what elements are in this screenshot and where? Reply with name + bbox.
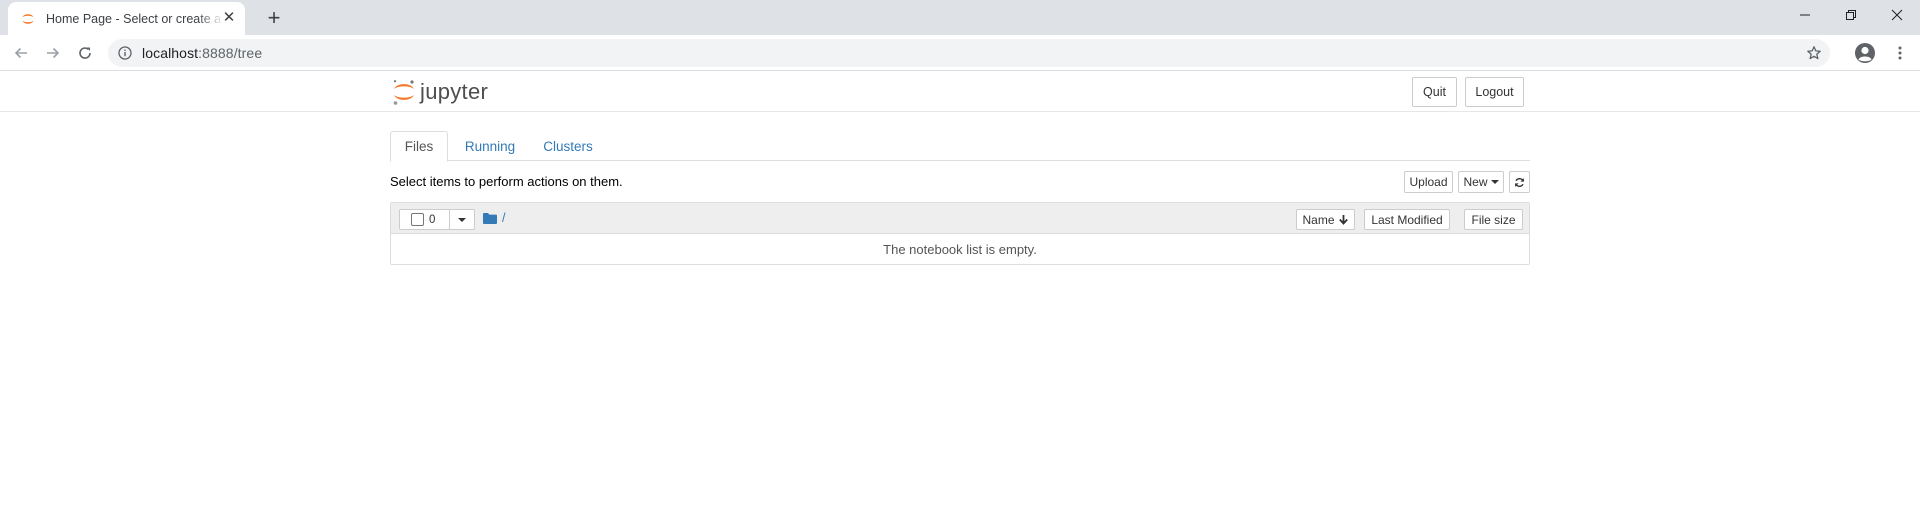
browser-tabstrip: Home Page - Select or create a notebook …	[0, 0, 1920, 35]
arrow-down-icon	[1338, 215, 1348, 225]
minimize-icon[interactable]	[1782, 0, 1828, 30]
address-bar[interactable]: localhost:8888/tree	[108, 39, 1830, 67]
sort-by-name-button[interactable]: Name	[1296, 209, 1355, 230]
back-arrow-icon[interactable]	[9, 41, 33, 65]
breadcrumb[interactable]: /	[483, 211, 505, 225]
empty-list-message: The notebook list is empty.	[883, 242, 1037, 257]
select-all-checkbox[interactable]	[411, 213, 424, 226]
url-path: :8888/tree	[198, 45, 263, 61]
quit-button[interactable]: Quit	[1412, 77, 1457, 107]
tab-running[interactable]: Running	[458, 131, 522, 162]
jupyter-header: jupyter Quit Logout	[0, 71, 1920, 112]
jupyter-favicon-icon	[22, 13, 34, 24]
jupyter-logo-icon	[393, 80, 414, 105]
restore-icon[interactable]	[1828, 0, 1874, 30]
select-all-toggle[interactable]: 0	[399, 209, 450, 230]
url-host: localhost	[142, 45, 199, 61]
tab-files[interactable]: Files	[390, 131, 448, 162]
caret-down-icon	[458, 217, 466, 222]
notebook-list-header: 0 / Name Last Modified File size	[391, 203, 1529, 234]
browser-tab-title: Home Page - Select or create a notebook	[46, 11, 224, 26]
new-tab-icon[interactable]: +	[260, 5, 288, 33]
logout-button[interactable]: Logout	[1465, 77, 1524, 107]
url-text: localhost:8888/tree	[142, 45, 262, 61]
bookmark-star-icon[interactable]	[1806, 45, 1822, 61]
notebook-list: 0 / Name Last Modified File size The not…	[390, 202, 1530, 265]
select-all-group: 0	[399, 209, 475, 230]
sort-by-file-size-button[interactable]: File size	[1464, 209, 1523, 230]
tab-clusters[interactable]: Clusters	[540, 131, 596, 162]
folder-icon	[483, 212, 497, 224]
select-menu-button[interactable]	[450, 209, 475, 230]
close-window-icon[interactable]	[1874, 0, 1920, 30]
selection-hint: Select items to perform actions on them.	[390, 174, 623, 189]
refresh-icon	[1515, 177, 1524, 187]
new-button-label: New	[1463, 175, 1488, 189]
browser-tab[interactable]: Home Page - Select or create a notebook …	[8, 2, 245, 35]
breadcrumb-root[interactable]: /	[502, 211, 505, 225]
profile-avatar-icon[interactable]	[1853, 41, 1877, 65]
jupyter-logo[interactable]: jupyter	[392, 77, 488, 107]
new-dropdown-button[interactable]: New	[1458, 171, 1504, 193]
name-column-label: Name	[1302, 212, 1335, 227]
dashboard-tabs: Files Running Clusters	[390, 131, 1530, 162]
forward-arrow-icon[interactable]	[41, 41, 65, 65]
upload-button[interactable]: Upload	[1404, 171, 1453, 193]
reload-icon[interactable]	[73, 41, 97, 65]
browser-menu-icon[interactable]	[1888, 41, 1912, 65]
browser-toolbar: localhost:8888/tree	[0, 35, 1920, 71]
selected-count: 0	[429, 213, 436, 226]
site-info-icon[interactable]	[118, 46, 132, 60]
jupyter-logo-text: jupyter	[420, 79, 489, 104]
close-tab-icon[interactable]: ✕	[221, 10, 237, 26]
caret-down-icon	[1490, 180, 1499, 184]
sort-by-last-modified-button[interactable]: Last Modified	[1364, 209, 1450, 230]
refresh-button[interactable]	[1509, 171, 1530, 193]
